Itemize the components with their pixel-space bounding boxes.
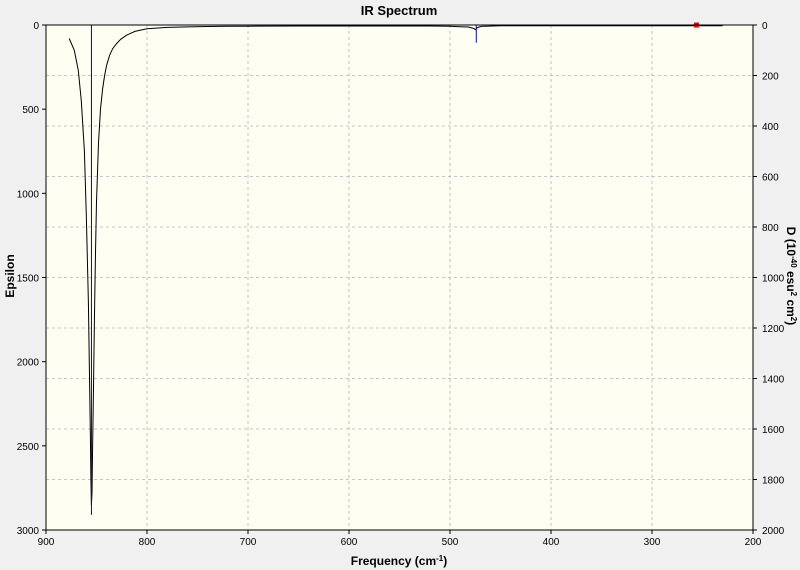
y-right-tick-label: 200 [762, 72, 779, 83]
y-right-tick-label: 1400 [762, 375, 785, 386]
y-left-tick-label: 3000 [17, 526, 40, 537]
y-right-tick-label: 1800 [762, 476, 785, 487]
y-left-tick-label: 1500 [17, 274, 40, 285]
x-tick-label: 500 [442, 537, 459, 548]
y-left-tick-label: 0 [33, 21, 39, 32]
y-axis-left-title: Epsilon [3, 254, 17, 297]
y-left-tick-label: 500 [22, 105, 39, 116]
y-right-tick-label: 1000 [762, 274, 785, 285]
chart-title: IR Spectrum [361, 3, 438, 18]
y-right-tick-label: 800 [762, 223, 779, 234]
chart-svg: 900 800 700 600 500 400 300 2000200400600800100… [0, 0, 800, 570]
y-right-tick-label: 2000 [762, 526, 785, 537]
x-tick-label: 400 [543, 537, 560, 548]
y-right-tick-label: 0 [762, 21, 768, 32]
x-tick-label: 800 [139, 537, 156, 548]
y-axis-right-title: D (10-40 esu2 cm2) [784, 227, 798, 326]
y-right-tick-label: 1200 [762, 324, 785, 335]
y-left-tick-label: 2500 [17, 442, 40, 453]
x-tick-label: 700 [240, 537, 257, 548]
y-left-tick-label: 1000 [17, 189, 40, 200]
x-axis-title: Frequency (cm-1) [351, 554, 447, 568]
ir-spectrum-chart: 900 800 700 600 500 400 300 200 0 200 400 600 800 100… [0, 0, 800, 570]
x-tick-label: 600 [341, 537, 358, 548]
x-tick-label: 300 [644, 537, 661, 548]
y-right-tick-label: 600 [762, 173, 779, 184]
y-left-tick-label: 2000 [17, 358, 40, 369]
x-tick-label: 200 [745, 537, 762, 548]
y-right-tick-label: 1600 [762, 425, 785, 436]
x-tick-label: 900 [38, 537, 55, 548]
y-right-tick-label: 400 [762, 122, 779, 133]
